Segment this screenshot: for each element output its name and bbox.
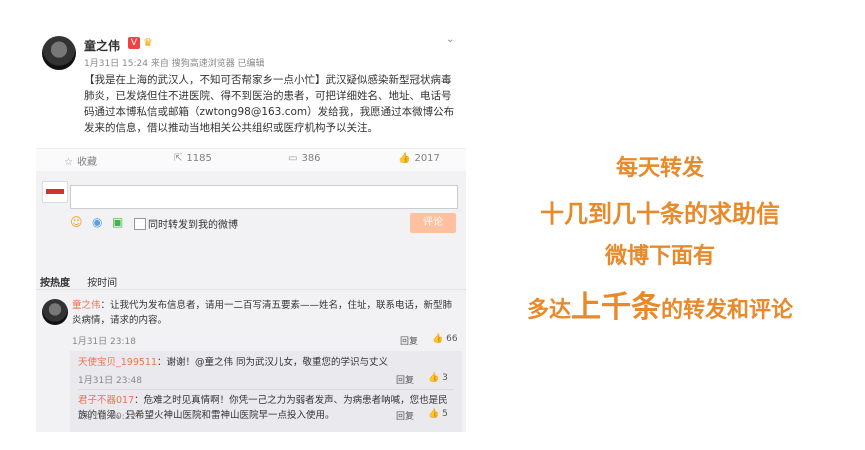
tab-time[interactable]: 按时间: [87, 278, 117, 289]
reply-like-button[interactable]: 👍 3: [428, 373, 448, 383]
vip-crown-icon: ♛: [143, 36, 153, 49]
weibo-screenshot: 童之伟 V ♛ ⌄ 1月31日 15:24 来自 搜狗高速浏览器 已编辑 【我是…: [36, 20, 466, 432]
tab-hot[interactable]: 按热度: [40, 278, 70, 289]
picture-icon[interactable]: ▣: [112, 215, 123, 229]
post-user-name[interactable]: 童之伟: [84, 37, 120, 54]
comment-icon: ▭: [288, 153, 298, 164]
post-body: 【我是在上海的武汉人，不知可否帮家乡一点小忙】武汉疑似感染新型冠状病毒肺炎，已发…: [84, 74, 455, 134]
divider: [36, 289, 466, 290]
comment-section: ☺ ◉ ▣ 同时转发到我的微博 评论 按热度 按时间 童之伟：让我代为发布信息者…: [36, 171, 466, 432]
comment-text: 童之伟：让我代为发布信息者，请用一二百写清五要素——姓名，住址，联系电话，新型肺…: [72, 298, 460, 328]
like-button[interactable]: 👍 2017: [398, 153, 440, 164]
reply-text: 君子不器017：危难之时见真情啊！你凭一己之力为弱者发声、为病患者呐喊，您也是民…: [78, 393, 454, 423]
repost-checkbox[interactable]: [134, 218, 146, 230]
reply-user-name[interactable]: 天使宝贝_199511: [78, 357, 157, 368]
thumbs-up-icon: 👍: [398, 153, 411, 164]
comment-button[interactable]: ▭ 386: [288, 153, 321, 164]
reply-body: ：谢谢！@童之伟 同为武汉儿女，敬重您的学识与丈义: [157, 357, 389, 368]
comment-like-count: 66: [446, 334, 458, 344]
comment-like-button[interactable]: 👍 66: [432, 334, 458, 344]
reply-body: ：危难之时见真情啊！你凭一己之力为弱者发声、为病患者呐喊，您也是民族的脊梁。只希…: [78, 395, 448, 421]
post-action-bar: ☆ 收藏 ⇱ 1185 ▭ 386 👍 2017: [36, 148, 466, 171]
caption-line-1: 每天转发: [615, 156, 704, 181]
emoji-icon[interactable]: ☺: [70, 215, 83, 229]
caption-line-2: 十几到几十条的求助信: [540, 200, 780, 228]
comment-sort-tabs: 按热度 按时间: [40, 274, 131, 289]
comment-count: 386: [301, 153, 321, 164]
reply-text: 天使宝贝_199511：谢谢！@童之伟 同为武汉儿女，敬重您的学识与丈义: [78, 355, 454, 370]
chevron-down-icon[interactable]: ⌄: [446, 34, 454, 45]
reply-like-count: 3: [442, 373, 448, 383]
reply-user-name[interactable]: 君子不器017: [78, 395, 134, 406]
caption-line-3: 微博下面有: [604, 244, 715, 269]
repost-count: 1185: [186, 153, 212, 164]
image-icon[interactable]: ◉: [92, 215, 102, 229]
verified-badge: V: [128, 37, 140, 49]
star-icon: ☆: [64, 157, 73, 168]
comment-input[interactable]: [70, 185, 458, 209]
repost-button[interactable]: ⇱ 1185: [174, 153, 212, 164]
comment-user-name[interactable]: 童之伟: [72, 300, 101, 311]
comment-reply-button[interactable]: 回复: [400, 334, 418, 347]
weibo-post: 童之伟 V ♛ ⌄ 1月31日 15:24 来自 搜狗高速浏览器 已编辑 【我是…: [36, 20, 466, 171]
favorite-button[interactable]: ☆ 收藏: [64, 153, 97, 168]
comment-body: ：让我代为发布信息者，请用一二百写清五要素——姓名，住址，联系电话，新型肺炎病情…: [72, 300, 453, 326]
like-count: 2017: [414, 153, 440, 164]
caption-line-4-suffix: 的转发和评论: [661, 298, 794, 323]
thumbs-up-icon: 👍: [432, 334, 444, 344]
my-avatar: [42, 181, 68, 203]
divider: [78, 389, 454, 390]
favorite-label: 收藏: [76, 157, 97, 168]
repost-icon: ⇱: [174, 153, 183, 164]
caption-line-4: 多达上千条的转发和评论: [470, 282, 850, 326]
repost-checkbox-label: 同时转发到我的微博: [148, 220, 238, 231]
user-avatar[interactable]: [42, 36, 76, 70]
reply-time: 1月31日 23:48: [78, 376, 142, 386]
thumbs-up-icon: 👍: [428, 373, 440, 383]
reply-reply-button[interactable]: 回复: [396, 373, 414, 386]
reply-list: 天使宝贝_199511：谢谢！@童之伟 同为武汉儿女，敬重您的学识与丈义 1月3…: [70, 351, 462, 432]
comment-avatar[interactable]: [42, 299, 68, 325]
post-time-source: 1月31日 15:24 来自 搜狗高速浏览器 已编辑: [84, 59, 265, 69]
submit-comment-button[interactable]: 评论: [410, 213, 456, 233]
comment-time: 1月31日 23:18: [72, 337, 136, 347]
caption-line-4-prefix: 多达: [526, 298, 571, 323]
caption-emphasis: 上千条: [571, 290, 661, 325]
